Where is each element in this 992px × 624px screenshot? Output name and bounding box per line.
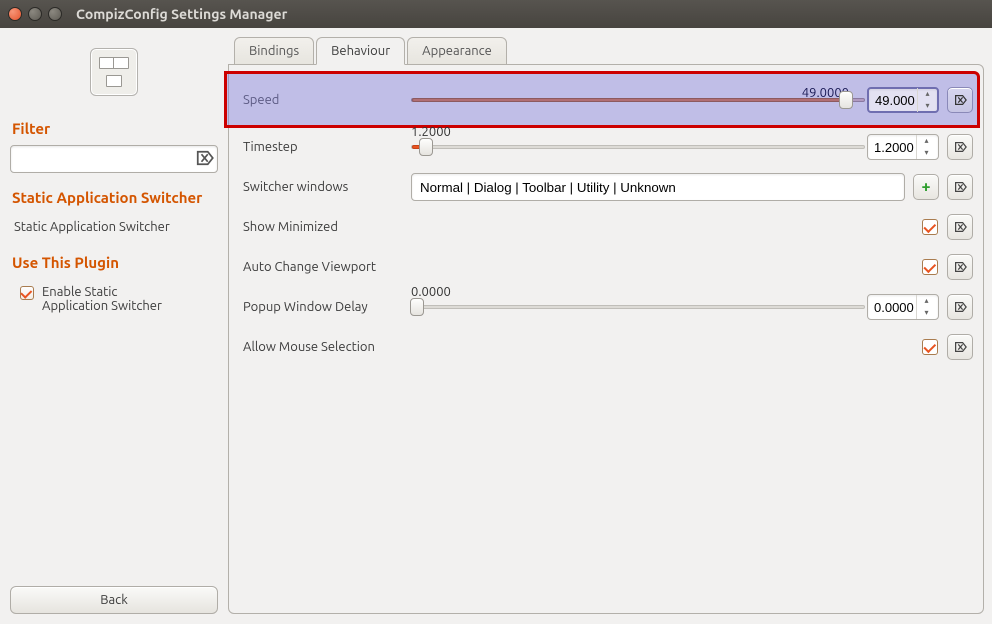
plugin-heading: Static Application Switcher [12, 189, 216, 206]
tabstrip: Bindings Behaviour Appearance [234, 36, 984, 64]
popup-delay-slider[interactable]: 0.0000 [411, 289, 865, 325]
show-minimized-reset-button[interactable] [947, 214, 973, 240]
tab-bindings[interactable]: Bindings [234, 37, 314, 65]
popup-delay-reset-button[interactable] [947, 294, 973, 320]
switcher-windows-add-button[interactable]: + [913, 174, 939, 200]
timestep-spin-down[interactable]: ▾ [917, 147, 936, 159]
setting-row-timestep: Timestep 1.2000 ▴▾ [229, 127, 983, 167]
popup-delay-spin-input[interactable] [868, 299, 916, 316]
clear-filter-icon[interactable] [194, 148, 214, 168]
setting-row-switcher-windows: Switcher windows + [229, 167, 983, 207]
setting-row-auto-viewport: Auto Change Viewport [229, 247, 983, 287]
plus-icon: + [921, 178, 930, 196]
show-minimized-label: Show Minimized [239, 220, 411, 234]
speed-spin-input[interactable] [869, 92, 917, 109]
popup-delay-value-overlay: 0.0000 [411, 285, 451, 299]
plugin-windows-icon[interactable] [90, 48, 138, 96]
popup-delay-spin-down[interactable]: ▾ [917, 307, 936, 319]
speed-slider[interactable] [411, 82, 865, 118]
switcher-windows-label: Switcher windows [239, 180, 411, 194]
popup-delay-spinbox[interactable]: ▴▾ [867, 294, 939, 320]
tab-page-behaviour: Speed 49.0000 ▴▾ [228, 64, 984, 614]
main-panel: Bindings Behaviour Appearance Speed 49.0… [228, 28, 992, 624]
timestep-slider[interactable]: 1.2000 [411, 129, 865, 165]
window-title: CompizConfig Settings Manager [76, 6, 287, 22]
sidebar: Filter Static Application Switcher Stati… [0, 28, 228, 624]
setting-row-speed: Speed 49.0000 ▴▾ [229, 73, 983, 127]
auto-viewport-label: Auto Change Viewport [239, 260, 411, 274]
tab-behaviour[interactable]: Behaviour [316, 37, 405, 65]
close-icon[interactable] [8, 7, 22, 21]
enable-plugin-checkbox[interactable] [20, 286, 34, 300]
speed-label: Speed [239, 93, 411, 107]
speed-reset-button[interactable] [947, 87, 973, 113]
filter-input[interactable] [10, 145, 218, 173]
auto-viewport-reset-button[interactable] [947, 254, 973, 280]
timestep-spinbox[interactable]: ▴▾ [867, 134, 939, 160]
allow-mouse-checkbox[interactable] [922, 339, 938, 355]
speed-spinbox[interactable]: ▴▾ [867, 87, 939, 113]
popup-delay-label: Popup Window Delay [239, 300, 411, 314]
timestep-spin-up[interactable]: ▴ [917, 135, 936, 147]
setting-row-popup-delay: Popup Window Delay 0.0000 ▴▾ [229, 287, 983, 327]
window-buttons [8, 7, 62, 21]
setting-row-show-minimized: Show Minimized [229, 207, 983, 247]
back-button[interactable]: Back [10, 586, 218, 614]
timestep-value-overlay: 1.2000 [411, 125, 451, 139]
minimize-icon[interactable] [28, 7, 42, 21]
maximize-icon[interactable] [48, 7, 62, 21]
timestep-spin-input[interactable] [868, 139, 916, 156]
tab-appearance[interactable]: Appearance [407, 37, 507, 65]
switcher-windows-input[interactable] [411, 173, 905, 201]
allow-mouse-reset-button[interactable] [947, 334, 973, 360]
auto-viewport-checkbox[interactable] [922, 259, 938, 275]
enable-plugin-row[interactable]: Enable Static Application Switcher [20, 285, 208, 313]
popup-delay-spin-up[interactable]: ▴ [917, 295, 936, 307]
filter-heading: Filter [12, 120, 216, 137]
enable-plugin-label: Enable Static Application Switcher [42, 285, 172, 313]
setting-row-allow-mouse: Allow Mouse Selection [229, 327, 983, 367]
allow-mouse-label: Allow Mouse Selection [239, 340, 411, 354]
show-minimized-checkbox[interactable] [922, 219, 938, 235]
speed-spin-up[interactable]: ▴ [918, 88, 937, 100]
timestep-label: Timestep [239, 140, 411, 154]
plugin-link[interactable]: Static Application Switcher [14, 220, 214, 234]
timestep-reset-button[interactable] [947, 134, 973, 160]
switcher-windows-reset-button[interactable] [947, 174, 973, 200]
titlebar: CompizConfig Settings Manager [0, 0, 992, 28]
use-plugin-heading: Use This Plugin [12, 254, 216, 271]
speed-spin-down[interactable]: ▾ [918, 100, 937, 112]
